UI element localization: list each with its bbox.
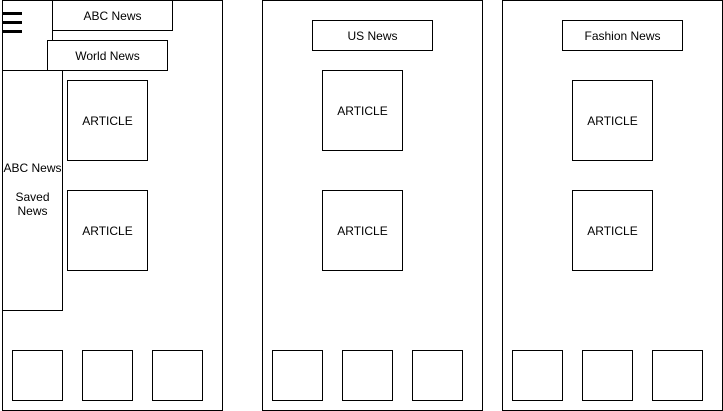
bottom-nav-button[interactable] xyxy=(512,350,563,401)
bottom-nav-button[interactable] xyxy=(272,350,323,401)
screen-2-title: US News xyxy=(312,20,433,51)
screen-1-subtitle[interactable]: World News xyxy=(47,40,168,71)
bottom-nav-button[interactable] xyxy=(412,350,463,401)
article-card[interactable]: ARTICLE xyxy=(322,70,403,151)
drawer-item-saved-news[interactable]: Saved News xyxy=(3,190,62,218)
article-card[interactable]: ARTICLE xyxy=(67,80,148,161)
article-card[interactable]: ARTICLE xyxy=(572,190,653,271)
drawer-item-abc-news[interactable]: ABC News xyxy=(0,161,66,175)
hamburger-icon[interactable] xyxy=(2,12,22,36)
article-card[interactable]: ARTICLE xyxy=(322,190,403,271)
nav-drawer: ABC News Saved News xyxy=(2,70,63,311)
screen-3-title: Fashion News xyxy=(562,20,683,51)
bottom-nav-button[interactable] xyxy=(582,350,633,401)
bottom-nav-button[interactable] xyxy=(342,350,393,401)
screen-1-title: ABC News xyxy=(52,0,173,31)
bottom-nav-button[interactable] xyxy=(152,350,203,401)
article-card[interactable]: ARTICLE xyxy=(67,190,148,271)
bottom-nav-button[interactable] xyxy=(12,350,63,401)
article-card[interactable]: ARTICLE xyxy=(572,80,653,161)
bottom-nav-button[interactable] xyxy=(82,350,133,401)
bottom-nav-button[interactable] xyxy=(652,350,703,401)
